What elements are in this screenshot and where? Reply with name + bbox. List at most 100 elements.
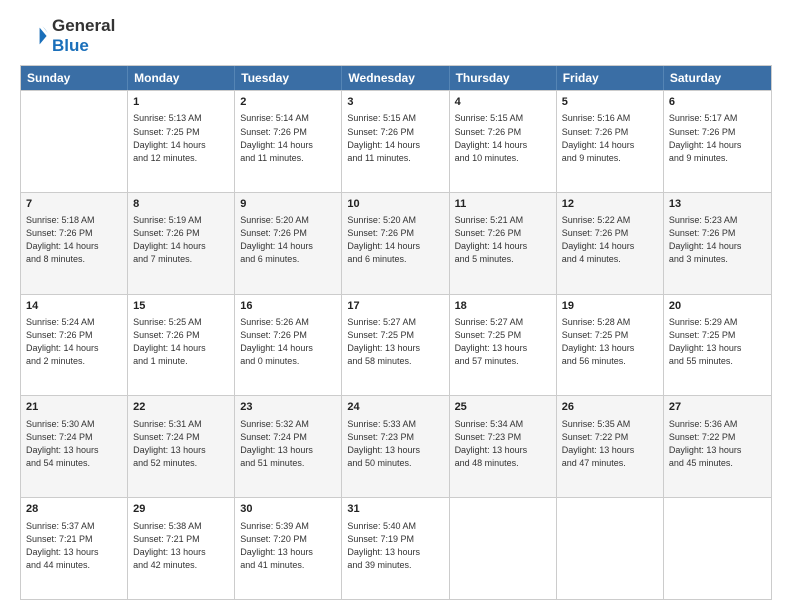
cal-cell: 24 Sunrise: 5:33 AMSunset: 7:23 PMDayligh… bbox=[342, 396, 449, 497]
cal-cell: 27Sunrise: 5:36 AMSunset: 7:22 PMDayligh… bbox=[664, 396, 771, 497]
calendar-row-2: 14 Sunrise: 5:24 AMSunset: 7:26 PMDayligh… bbox=[21, 294, 771, 396]
day-number: 19 bbox=[562, 299, 658, 314]
cell-info: Sunrise: 5:17 AMSunset: 7:26 PMDaylight:… bbox=[669, 112, 766, 164]
cell-info: Sunrise: 5:19 AMSunset: 7:26 PMDaylight:… bbox=[133, 214, 229, 266]
cal-cell: 6 Sunrise: 5:17 AMSunset: 7:26 PMDaylight… bbox=[664, 91, 771, 192]
day-number: 8 bbox=[133, 197, 229, 212]
day-number: 21 bbox=[26, 400, 122, 415]
cal-cell: 23 Sunrise: 5:32 AMSunset: 7:24 PMDayligh… bbox=[235, 396, 342, 497]
day-number: 15 bbox=[133, 299, 229, 314]
calendar-body: 1 Sunrise: 5:13 AMSunset: 7:25 PMDaylight… bbox=[21, 90, 771, 599]
cell-info: Sunrise: 5:20 AMSunset: 7:26 PMDaylight:… bbox=[347, 214, 443, 266]
cal-cell: 3 Sunrise: 5:15 AMSunset: 7:26 PMDaylight… bbox=[342, 91, 449, 192]
cell-info: Sunrise: 5:23 AMSunset: 7:26 PMDaylight:… bbox=[669, 214, 766, 266]
cell-info: Sunrise: 5:37 AMSunset: 7:21 PMDaylight:… bbox=[26, 520, 122, 572]
cal-cell: 10 Sunrise: 5:20 AMSunset: 7:26 PMDayligh… bbox=[342, 193, 449, 294]
day-number: 31 bbox=[347, 502, 443, 517]
cal-cell: 11 Sunrise: 5:21 AMSunset: 7:26 PMDayligh… bbox=[450, 193, 557, 294]
day-number: 2 bbox=[240, 95, 336, 110]
day-number: 16 bbox=[240, 299, 336, 314]
cal-cell: 4Sunrise: 5:15 AMSunset: 7:26 PMDaylight… bbox=[450, 91, 557, 192]
cell-info: Sunrise: 5:20 AMSunset: 7:26 PMDaylight:… bbox=[240, 214, 336, 266]
day-number: 4 bbox=[455, 95, 551, 110]
cal-cell: 17Sunrise: 5:27 AMSunset: 7:25 PMDayligh… bbox=[342, 295, 449, 396]
header-cell-friday: Friday bbox=[557, 66, 664, 90]
day-number: 29 bbox=[133, 502, 229, 517]
cell-info: Sunrise: 5:38 AMSunset: 7:21 PMDaylight:… bbox=[133, 520, 229, 572]
header-cell-monday: Monday bbox=[128, 66, 235, 90]
day-number: 11 bbox=[455, 197, 551, 212]
cell-info: Sunrise: 5:32 AMSunset: 7:24 PMDaylight:… bbox=[240, 418, 336, 470]
day-number: 10 bbox=[347, 197, 443, 212]
calendar-row-3: 21Sunrise: 5:30 AMSunset: 7:24 PMDayligh… bbox=[21, 395, 771, 497]
cell-info: Sunrise: 5:39 AMSunset: 7:20 PMDaylight:… bbox=[240, 520, 336, 572]
cal-cell: 2 Sunrise: 5:14 AMSunset: 7:26 PMDaylight… bbox=[235, 91, 342, 192]
logo-icon bbox=[20, 22, 48, 50]
cell-info: Sunrise: 5:25 AMSunset: 7:26 PMDaylight:… bbox=[133, 316, 229, 368]
cal-cell: 14 Sunrise: 5:24 AMSunset: 7:26 PMDayligh… bbox=[21, 295, 128, 396]
cal-cell: 18 Sunrise: 5:27 AMSunset: 7:25 PMDayligh… bbox=[450, 295, 557, 396]
cal-cell: 28 Sunrise: 5:37 AMSunset: 7:21 PMDayligh… bbox=[21, 498, 128, 599]
cal-cell: 1 Sunrise: 5:13 AMSunset: 7:25 PMDaylight… bbox=[128, 91, 235, 192]
header-cell-thursday: Thursday bbox=[450, 66, 557, 90]
cal-cell: 26 Sunrise: 5:35 AMSunset: 7:22 PMDayligh… bbox=[557, 396, 664, 497]
cell-info: Sunrise: 5:13 AMSunset: 7:25 PMDaylight:… bbox=[133, 112, 229, 164]
cell-info: Sunrise: 5:21 AMSunset: 7:26 PMDaylight:… bbox=[455, 214, 551, 266]
cell-info: Sunrise: 5:26 AMSunset: 7:26 PMDaylight:… bbox=[240, 316, 336, 368]
cell-info: Sunrise: 5:29 AMSunset: 7:25 PMDaylight:… bbox=[669, 316, 766, 368]
cell-info: Sunrise: 5:33 AMSunset: 7:23 PMDaylight:… bbox=[347, 418, 443, 470]
calendar: SundayMondayTuesdayWednesdayThursdayFrid… bbox=[20, 65, 772, 600]
day-number: 6 bbox=[669, 95, 766, 110]
cal-cell: 21Sunrise: 5:30 AMSunset: 7:24 PMDayligh… bbox=[21, 396, 128, 497]
cal-cell: 12Sunrise: 5:22 AMSunset: 7:26 PMDayligh… bbox=[557, 193, 664, 294]
header: General Blue bbox=[20, 16, 772, 55]
cell-info: Sunrise: 5:15 AMSunset: 7:26 PMDaylight:… bbox=[347, 112, 443, 164]
cal-cell: 29 Sunrise: 5:38 AMSunset: 7:21 PMDayligh… bbox=[128, 498, 235, 599]
cal-cell bbox=[21, 91, 128, 192]
cell-info: Sunrise: 5:18 AMSunset: 7:26 PMDaylight:… bbox=[26, 214, 122, 266]
day-number: 22 bbox=[133, 400, 229, 415]
cell-info: Sunrise: 5:40 AMSunset: 7:19 PMDaylight:… bbox=[347, 520, 443, 572]
day-number: 7 bbox=[26, 197, 122, 212]
day-number: 1 bbox=[133, 95, 229, 110]
day-number: 26 bbox=[562, 400, 658, 415]
cell-info: Sunrise: 5:27 AMSunset: 7:25 PMDaylight:… bbox=[455, 316, 551, 368]
header-cell-sunday: Sunday bbox=[21, 66, 128, 90]
cell-info: Sunrise: 5:35 AMSunset: 7:22 PMDaylight:… bbox=[562, 418, 658, 470]
calendar-row-0: 1 Sunrise: 5:13 AMSunset: 7:25 PMDaylight… bbox=[21, 90, 771, 192]
cell-info: Sunrise: 5:24 AMSunset: 7:26 PMDaylight:… bbox=[26, 316, 122, 368]
day-number: 20 bbox=[669, 299, 766, 314]
cal-cell: 5Sunrise: 5:16 AMSunset: 7:26 PMDaylight… bbox=[557, 91, 664, 192]
cal-cell: 15 Sunrise: 5:25 AMSunset: 7:26 PMDayligh… bbox=[128, 295, 235, 396]
cal-cell: 25 Sunrise: 5:34 AMSunset: 7:23 PMDayligh… bbox=[450, 396, 557, 497]
day-number: 13 bbox=[669, 197, 766, 212]
day-number: 5 bbox=[562, 95, 658, 110]
cal-cell: 9Sunrise: 5:20 AMSunset: 7:26 PMDaylight… bbox=[235, 193, 342, 294]
day-number: 23 bbox=[240, 400, 336, 415]
cell-info: Sunrise: 5:14 AMSunset: 7:26 PMDaylight:… bbox=[240, 112, 336, 164]
cal-cell: 22Sunrise: 5:31 AMSunset: 7:24 PMDayligh… bbox=[128, 396, 235, 497]
cal-cell: 16 Sunrise: 5:26 AMSunset: 7:26 PMDayligh… bbox=[235, 295, 342, 396]
cal-cell: 31 Sunrise: 5:40 AMSunset: 7:19 PMDayligh… bbox=[342, 498, 449, 599]
cal-cell bbox=[664, 498, 771, 599]
day-number: 24 bbox=[347, 400, 443, 415]
calendar-row-1: 7 Sunrise: 5:18 AMSunset: 7:26 PMDaylight… bbox=[21, 192, 771, 294]
day-number: 28 bbox=[26, 502, 122, 517]
day-number: 18 bbox=[455, 299, 551, 314]
day-number: 25 bbox=[455, 400, 551, 415]
logo: General Blue bbox=[20, 16, 115, 55]
day-number: 30 bbox=[240, 502, 336, 517]
cal-cell bbox=[450, 498, 557, 599]
cal-cell: 8 Sunrise: 5:19 AMSunset: 7:26 PMDaylight… bbox=[128, 193, 235, 294]
cal-cell: 30 Sunrise: 5:39 AMSunset: 7:20 PMDayligh… bbox=[235, 498, 342, 599]
page: General Blue SundayMondayTuesdayWednesda… bbox=[0, 0, 792, 612]
cell-info: Sunrise: 5:36 AMSunset: 7:22 PMDaylight:… bbox=[669, 418, 766, 470]
day-number: 17 bbox=[347, 299, 443, 314]
header-cell-saturday: Saturday bbox=[664, 66, 771, 90]
cell-info: Sunrise: 5:28 AMSunset: 7:25 PMDaylight:… bbox=[562, 316, 658, 368]
cell-info: Sunrise: 5:34 AMSunset: 7:23 PMDaylight:… bbox=[455, 418, 551, 470]
day-number: 3 bbox=[347, 95, 443, 110]
day-number: 14 bbox=[26, 299, 122, 314]
cal-cell: 20 Sunrise: 5:29 AMSunset: 7:25 PMDayligh… bbox=[664, 295, 771, 396]
cell-info: Sunrise: 5:22 AMSunset: 7:26 PMDaylight:… bbox=[562, 214, 658, 266]
